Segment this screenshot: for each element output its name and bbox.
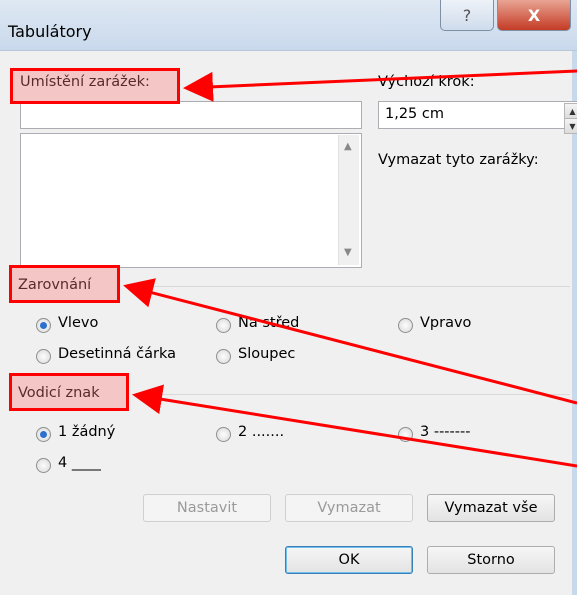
arrow-alignment <box>123 278 577 405</box>
arrow-tab-positions <box>183 69 577 102</box>
annotation-arrows <box>123 69 577 468</box>
tabs-dialog: Tabulátory ? X Umístění zarážek: ▲ ▼ Výc… <box>0 0 577 595</box>
arrow-leader <box>132 384 577 468</box>
